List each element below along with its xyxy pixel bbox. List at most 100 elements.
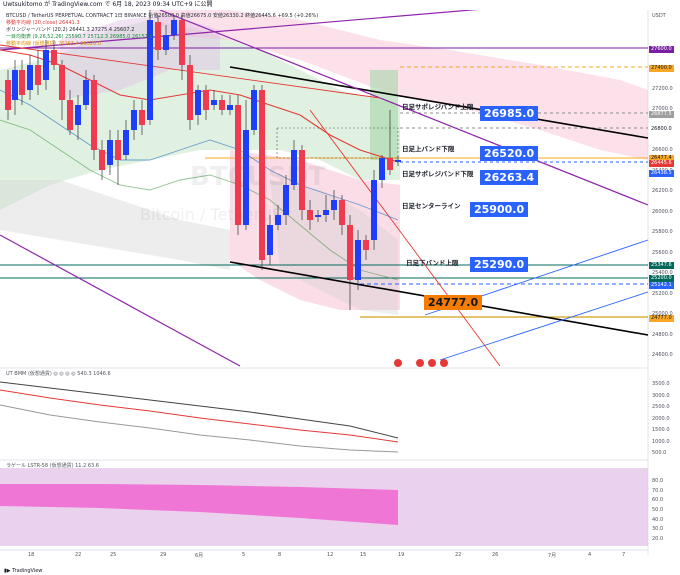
candle-body xyxy=(379,158,385,180)
footer-brand: TradingView xyxy=(12,568,43,574)
annotation-upper-band-lower: 日足上バンド下限 xyxy=(402,145,455,153)
time-axis-label: 26 xyxy=(492,552,499,558)
pricebox-sr-lower: 26263.4 xyxy=(480,170,539,185)
candle-body xyxy=(35,65,41,85)
legend-symbol-line: BTCUSD / TetherUS PERPETUAL CONTRACT 1日 … xyxy=(6,13,319,19)
indicator-axis-label: 50.0 xyxy=(652,507,664,513)
time-axis-label: 25 xyxy=(110,552,117,558)
candle-body xyxy=(211,100,217,105)
price-axis-label: 27200.0 xyxy=(652,85,673,92)
candle-body xyxy=(5,80,11,110)
pricebox-upper-band-lower: 26520.0 xyxy=(480,146,539,161)
candle-body xyxy=(67,100,73,130)
price-axis-tag: 26877.5 xyxy=(649,111,674,118)
candle-body xyxy=(12,70,18,100)
legend-custom-line: 移動平均線 (仮想通貨) 26263.4 26520.0 xyxy=(6,41,102,47)
indicator-axis-label: 1000.0 xyxy=(652,438,670,445)
price-axis-tag: 25347.6 xyxy=(649,262,674,269)
indicator-axis-label: 60.0 xyxy=(652,497,664,504)
indicator2-pane xyxy=(0,459,648,546)
indicator-axis-label: 500.0 xyxy=(652,450,667,456)
annotation-sr-upper: 日足サポレジバンド上限 xyxy=(402,103,474,111)
indicator-axis-label: 3000.0 xyxy=(652,392,670,399)
indicator2-title: ラゲール LSTR-58 (仮想通貨) 11.2 63.6 xyxy=(6,463,99,469)
candle-body xyxy=(19,70,25,95)
candle-body xyxy=(371,180,377,240)
candle-body xyxy=(51,50,57,65)
tradingview-logo-icon: ▮▶ xyxy=(4,568,13,574)
candle-body xyxy=(83,80,89,105)
price-axis-tag: 26800.0 xyxy=(649,126,674,133)
candle-body xyxy=(395,160,401,162)
price-axis-label: 24800.0 xyxy=(652,331,673,338)
price-axis-label: 24600.0 xyxy=(652,352,673,358)
price-axis-label: 25600.0 xyxy=(652,249,673,256)
price-axis-label: 26200.0 xyxy=(652,188,673,194)
candle-body xyxy=(187,65,193,120)
candle-body xyxy=(259,90,265,260)
candle-body xyxy=(323,210,329,215)
candle-body xyxy=(235,105,241,225)
watermark-ticker: BTCUSDT xyxy=(190,162,326,192)
candle-body xyxy=(91,80,97,150)
price-axis-tag: 24777.0 xyxy=(649,315,674,322)
candle-body xyxy=(387,158,393,170)
candle-body xyxy=(203,90,209,110)
candle-body xyxy=(299,150,305,210)
legend-ma-line: 移動平均線 (20,close) 26441.3 xyxy=(6,20,80,26)
candle-body xyxy=(27,65,33,90)
annotation-sr-lower: 日足サポレジバンド下限 xyxy=(402,170,474,178)
candle-body xyxy=(283,185,289,215)
price-axis-label: 26000.0 xyxy=(652,208,673,215)
indicator-axis-label: 30.0 xyxy=(652,526,664,533)
chart-canvas[interactable]: BTCUSDT Bitcoin / TetherUS xyxy=(0,10,680,567)
publish-text: Uwtsukitomo が TradingView.com で 6月 18, 2… xyxy=(3,1,213,8)
indicator-axis-label: 1500.0 xyxy=(652,427,670,433)
candle-body xyxy=(315,215,321,217)
price-axis-tag: 25200.0 xyxy=(649,275,674,282)
candle-body xyxy=(115,140,121,160)
indicator-axis-label: 40.0 xyxy=(652,516,664,523)
price-axis-tag: 27600.0 xyxy=(649,46,674,53)
price-axis-unit: USDT xyxy=(652,13,666,19)
price-axis-label: 25800.0 xyxy=(652,229,673,235)
candle-body xyxy=(59,65,65,100)
price-axis-tag: 26438.5 xyxy=(649,170,674,177)
pricebox-sr-upper: 26985.0 xyxy=(480,106,539,121)
pricebox-centerline: 25900.0 xyxy=(470,202,529,217)
time-axis-label: 29 xyxy=(160,552,167,558)
price-axis-label: 26600.0 xyxy=(652,147,673,153)
candle-body xyxy=(43,50,49,80)
time-axis-label: 4 xyxy=(588,552,592,558)
candle-body xyxy=(347,225,353,280)
annotation-lower-band-upper: 日足下バンド上限 xyxy=(406,259,459,267)
candle-body xyxy=(307,210,313,220)
candle-body xyxy=(107,140,113,165)
time-axis-label: 15 xyxy=(360,552,367,558)
price-axis-label: 25200.0 xyxy=(652,290,673,297)
candle-body xyxy=(123,130,129,155)
time-axis-label: 22 xyxy=(75,552,82,558)
candle-body xyxy=(251,90,257,130)
indicator1-pane xyxy=(0,367,648,453)
candle-body xyxy=(155,22,161,50)
candle-body xyxy=(179,20,185,65)
indicator1-title: UT BMM (仮想通貨) ◎ ◎ ◎ ◎ 540.3 1046.6 xyxy=(6,371,111,377)
candle-body xyxy=(139,110,145,125)
candle-body xyxy=(291,150,297,185)
indicator-axis-label: 3500.0 xyxy=(652,381,670,387)
indicator-axis-label: 2500.0 xyxy=(652,404,670,410)
indicator-axis-label: 80.0 xyxy=(652,478,664,484)
annotation-centerline: 日足センターライン xyxy=(402,202,461,210)
candle-body xyxy=(267,225,273,255)
candle-body xyxy=(163,35,169,50)
candle-body xyxy=(195,90,201,115)
indicator-axis-label: 20.0 xyxy=(652,536,664,542)
candle-body xyxy=(243,130,249,225)
pricebox-target: 24777.0 xyxy=(424,295,483,310)
indicator-axis-label: 70.0 xyxy=(652,487,664,494)
candle-body xyxy=(131,110,137,130)
time-axis-label: 7 xyxy=(622,552,626,558)
legend-ichimoku-line: 一目均衡表 (9,26,52,26) 25590.7 25712.3 26985… xyxy=(6,34,153,40)
candle-body xyxy=(355,240,361,280)
